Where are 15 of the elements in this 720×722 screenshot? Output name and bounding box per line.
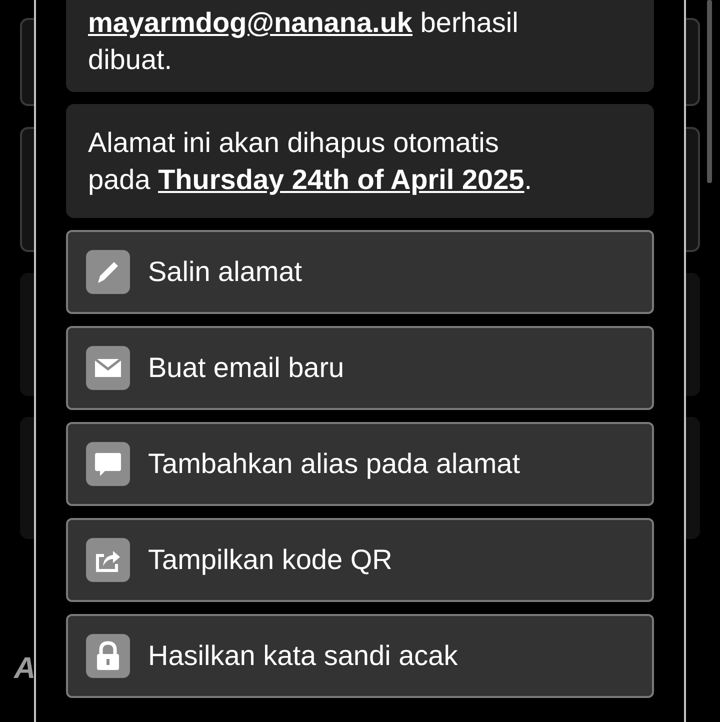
speech-bubble-icon xyxy=(86,442,130,486)
action-button[interactable]: Hasilkan kata sandi acak xyxy=(66,614,654,698)
page-heading: A xyxy=(14,652,36,686)
email-link[interactable]: mayarmdog@nanana.uk xyxy=(88,7,413,38)
created-message: mayarmdog@nanana.uk berhasil dibuat. xyxy=(66,0,654,92)
padlock-icon xyxy=(86,634,130,678)
envelope-icon xyxy=(86,346,130,390)
action-button[interactable]: Buat email baru xyxy=(66,326,654,410)
expiry-message: Alamat ini akan dihapus otomatis pada Thursday 24th of April 2025. xyxy=(66,104,654,218)
action-button[interactable]: Salin alamat xyxy=(66,230,654,314)
action-button[interactable]: Tambahkan alias pada alamat xyxy=(66,422,654,506)
share-icon xyxy=(86,538,130,582)
action-button[interactable]: Tampilkan kode QR xyxy=(66,518,654,602)
pencil-icon xyxy=(86,250,130,294)
scrollbar[interactable] xyxy=(707,0,712,183)
